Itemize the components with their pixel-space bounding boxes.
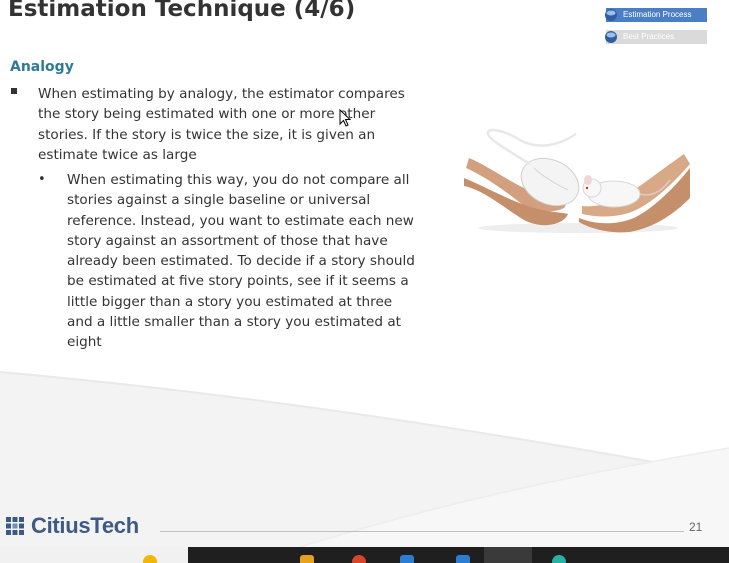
file-explorer-icon[interactable] (352, 555, 366, 563)
slide: Estimation Technique (4/6) Estimation Pr… (0, 0, 729, 547)
nav-bullet-icon (605, 31, 617, 43)
nav-best-practices[interactable]: Best Practices (605, 30, 707, 44)
nav-label: Best Practices (623, 32, 675, 41)
app-icon[interactable] (552, 555, 566, 563)
edge-icon[interactable] (456, 555, 470, 563)
taskbar-search-area[interactable] (0, 547, 188, 563)
footer-divider (160, 531, 684, 532)
mice-in-hands-image (464, 128, 690, 233)
taskbar-active-app[interactable] (484, 547, 532, 563)
chrome-icon[interactable] (143, 555, 157, 563)
nav-label: Estimation Process (623, 10, 692, 19)
bullet-sub-text: When estimating this way, you do not com… (67, 172, 415, 351)
taskbar (0, 547, 729, 563)
logo-text: CitiusTech (31, 513, 139, 538)
section-heading: Analogy (10, 59, 74, 75)
nav-estimation-process[interactable]: Estimation Process (605, 8, 707, 22)
slide-title: Estimation Technique (4/6) (8, 0, 356, 22)
sub-bullet-marker: • (38, 172, 46, 187)
square-bullet-icon (11, 88, 17, 94)
logo-grid-icon (6, 517, 24, 535)
bullet-main-text: When estimating by analogy, the estimato… (38, 86, 405, 163)
outlook-icon[interactable] (300, 555, 314, 563)
mouse-pointer-icon (339, 109, 351, 127)
page-number: 21 (689, 520, 703, 534)
nav-bullet-icon (605, 9, 617, 21)
teams-icon[interactable] (400, 555, 414, 563)
